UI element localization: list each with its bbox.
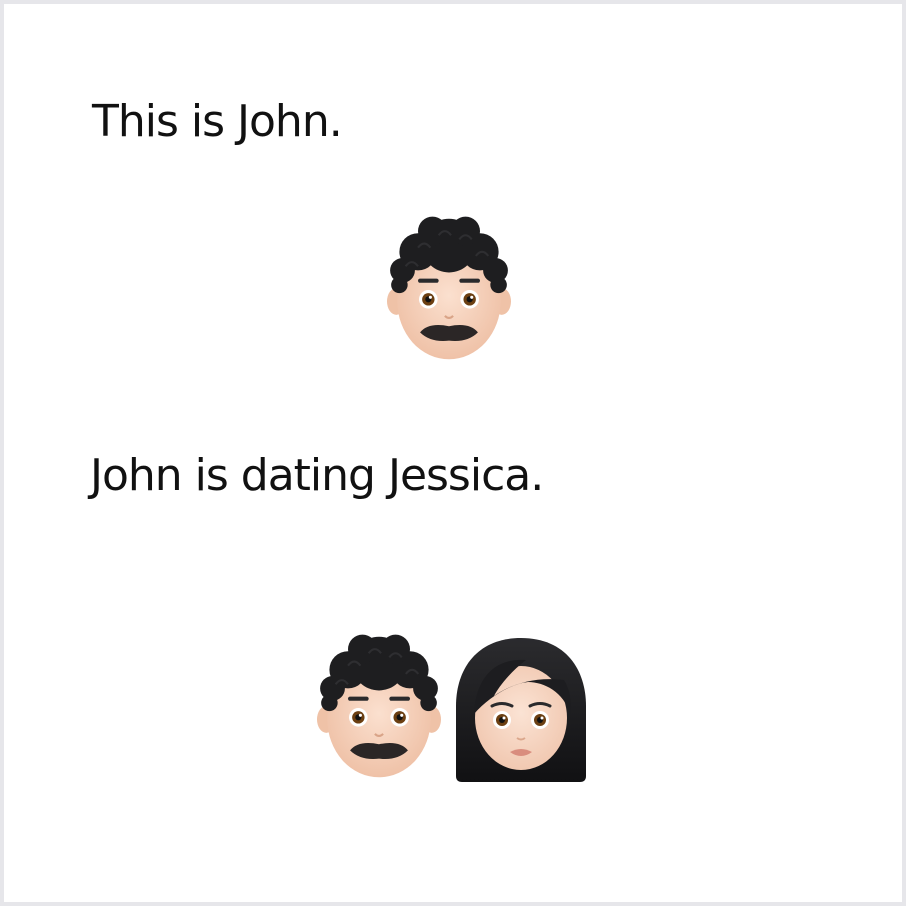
man-curly-hair-mustache-icon: [317, 634, 441, 778]
caption-john-is-dating-jessica: John is dating Jessica.: [90, 450, 544, 501]
caption-this-is-john: This is John.: [92, 96, 343, 147]
man-curly-hair-mustache-icon: [387, 216, 511, 360]
woman-long-black-hair-icon: [456, 638, 586, 782]
slide-card: This is John. John is dating Jessica.: [4, 4, 902, 902]
